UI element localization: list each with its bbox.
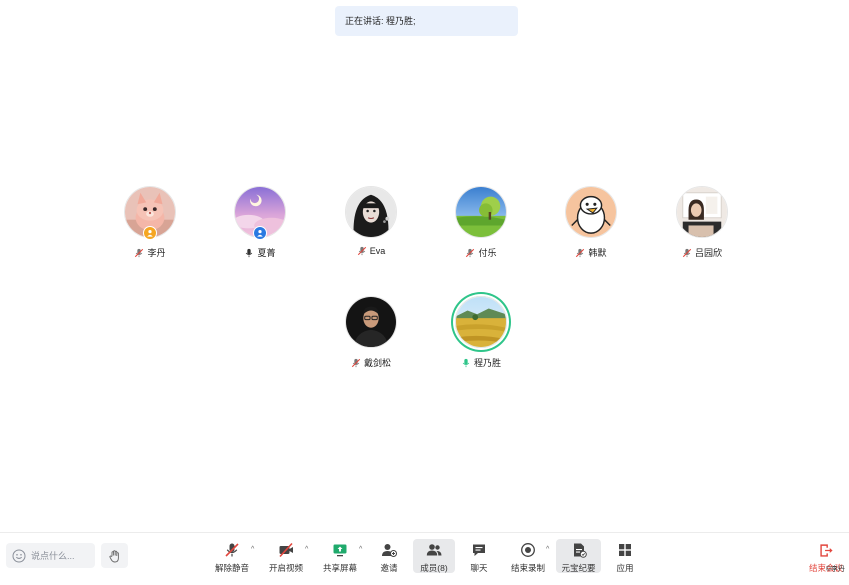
mic-muted-icon <box>357 246 367 256</box>
apps-label: 应用 <box>616 563 634 573</box>
share-screen-icon <box>332 542 348 558</box>
share-options-chevron-up-icon[interactable]: ^ <box>359 546 362 553</box>
ai-notes-label: 元宝纪要 <box>561 563 596 573</box>
chat-icon <box>471 542 487 558</box>
avatar <box>345 186 397 238</box>
apps-icon <box>617 542 633 558</box>
participant-grid: 李丹 夏菁 Eva 付乐 韩默 吕园欣 戴剑松 程乃胜 <box>0 0 849 520</box>
hand-icon <box>108 549 119 562</box>
cohost-badge <box>253 226 267 240</box>
participant-tile[interactable]: 付乐 <box>436 184 526 264</box>
participant-name: Eva <box>369 246 386 256</box>
share-screen-label: 共享屏幕 <box>322 563 357 573</box>
exit-icon <box>820 544 833 557</box>
user-watermark: ©李丹 <box>825 566 845 573</box>
avatar <box>565 186 617 238</box>
participant-tile[interactable]: 吕园欣 <box>657 184 747 264</box>
stop-recording-button[interactable]: 结束录制 <box>508 539 548 573</box>
emoji-icon[interactable] <box>12 549 26 563</box>
members-button[interactable]: 成员(8) <box>413 539 455 573</box>
invite-user-icon <box>381 542 397 558</box>
recording-options-chevron-up-icon[interactable]: ^ <box>546 546 549 553</box>
participant-tile[interactable]: Eva <box>326 184 416 264</box>
host-badge <box>143 226 157 240</box>
user-icon <box>257 230 263 237</box>
members-icon <box>426 542 442 558</box>
avatar <box>676 186 728 238</box>
raise-hand-button[interactable] <box>101 543 128 568</box>
participant-name: 戴剑松 <box>363 358 391 368</box>
participant-name: 付乐 <box>478 248 497 258</box>
participant-name: 程乃胜 <box>473 358 501 368</box>
mic-muted-icon <box>134 248 144 258</box>
mic-speaking-icon <box>461 358 471 368</box>
stop-recording-label: 结束录制 <box>510 563 545 573</box>
unmute-options-chevron-up-icon[interactable]: ^ <box>251 546 254 553</box>
invite-label: 邀请 <box>380 563 398 573</box>
share-screen-button[interactable]: 共享屏幕 <box>320 539 360 573</box>
participant-tile[interactable]: 夏菁 <box>215 184 305 264</box>
avatar <box>345 296 397 348</box>
mic-icon <box>244 248 254 258</box>
invite-button[interactable]: 邀请 <box>374 539 404 573</box>
meeting-toolbar: 说点什么... 解除静音 ^ 开启视频 ^ 共享屏幕 ^ 邀请 成员(8) 聊天… <box>0 532 849 585</box>
participant-tile[interactable]: 韩默 <box>546 184 636 264</box>
start-video-label: 开启视频 <box>268 563 303 573</box>
mic-muted-icon <box>351 358 361 368</box>
members-label: 成员(8) <box>420 563 448 573</box>
ai-notes-icon <box>571 542 587 558</box>
unmute-label: 解除静音 <box>214 563 249 573</box>
participant-tile[interactable]: 程乃胜 <box>436 294 526 374</box>
avatar <box>455 186 507 238</box>
chat-button[interactable]: 聊天 <box>464 539 494 573</box>
unmute-button[interactable]: 解除静音 <box>213 539 251 573</box>
video-options-chevron-up-icon[interactable]: ^ <box>305 546 308 553</box>
record-icon <box>520 542 536 558</box>
apps-button[interactable]: 应用 <box>610 539 640 573</box>
chat-label: 聊天 <box>470 563 488 573</box>
participant-name: 韩默 <box>588 248 607 258</box>
mic-muted-icon <box>682 248 692 258</box>
video-off-icon <box>278 542 294 558</box>
user-icon <box>147 230 153 237</box>
mic-muted-icon <box>575 248 585 258</box>
start-video-button[interactable]: 开启视频 <box>267 539 305 573</box>
participant-name: 吕园欣 <box>694 248 722 258</box>
ai-notes-button[interactable]: 元宝纪要 <box>556 539 601 573</box>
participant-tile[interactable]: 李丹 <box>105 184 195 264</box>
avatar <box>455 296 507 348</box>
mic-muted-icon <box>224 542 240 558</box>
participant-tile[interactable]: 戴剑松 <box>326 294 416 374</box>
participant-name: 李丹 <box>147 248 166 258</box>
participant-name: 夏菁 <box>257 248 276 258</box>
mic-muted-icon <box>465 248 475 258</box>
chat-input[interactable]: 说点什么... <box>6 543 95 568</box>
chat-placeholder: 说点什么... <box>31 551 75 561</box>
